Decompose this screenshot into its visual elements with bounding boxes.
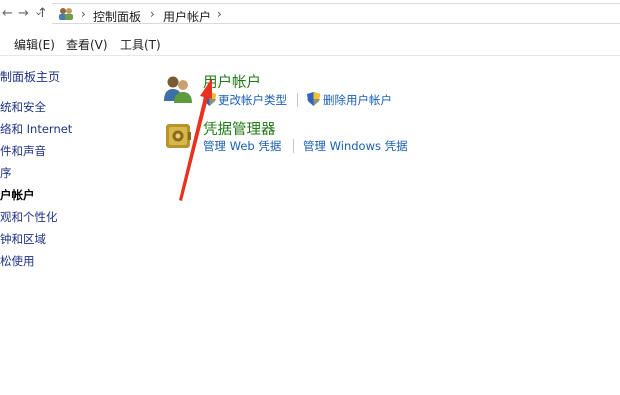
sidebar-item-ease-of-access[interactable]: 松使用 — [0, 253, 35, 269]
sidebar-item-clock-region[interactable]: 钟和区域 — [0, 231, 46, 247]
address-field[interactable]: › 控制面板 › 用户帐户 › — [52, 3, 620, 24]
link-divider — [297, 93, 298, 107]
address-bar-row: ← → ⌄ ↑ › 控制面板 › 用户帐户 › — [0, 0, 620, 28]
user-accounts-heading[interactable]: 用户帐户 — [203, 71, 261, 92]
uac-shield-icon — [307, 92, 320, 106]
up-arrow-icon[interactable]: ↑ — [37, 6, 48, 21]
sidebar-item-system-security[interactable]: 统和安全 — [0, 99, 46, 115]
user-accounts-icon — [162, 73, 194, 105]
user-accounts-location-icon — [57, 6, 75, 21]
sidebar-item-network-internet[interactable]: 络和 Internet — [0, 121, 72, 137]
red-arrow-icon — [0, 0, 620, 395]
change-account-type-link[interactable]: 更改帐户类型 — [218, 92, 287, 108]
sidebar-item-appearance[interactable]: 观和个性化 — [0, 209, 58, 225]
manage-windows-credentials-link[interactable]: 管理 Windows 凭据 — [303, 138, 408, 154]
breadcrumb-separator[interactable]: › — [150, 7, 155, 21]
credential-vault-icon — [164, 122, 192, 150]
sidebar-item-user-accounts[interactable]: 户帐户 — [0, 187, 35, 203]
remove-user-accounts-link[interactable]: 删除用户帐户 — [323, 92, 392, 108]
sidebar-control-panel-home[interactable]: 制面板主页 — [0, 68, 60, 85]
breadcrumb-user-accounts[interactable]: 用户帐户 — [163, 8, 211, 25]
menu-edit[interactable]: 编辑(E) — [14, 36, 55, 53]
breadcrumb-separator[interactable]: › — [217, 7, 222, 21]
menu-tools[interactable]: 工具(T) — [120, 36, 161, 53]
manage-web-credentials-link[interactable]: 管理 Web 凭据 — [203, 138, 281, 154]
breadcrumb-separator[interactable]: › — [81, 7, 86, 21]
breadcrumb-control-panel[interactable]: 控制面板 — [93, 8, 141, 25]
menu-bar: 编辑(E) 查看(V) 工具(T) — [0, 28, 620, 56]
menu-view[interactable]: 查看(V) — [66, 36, 108, 53]
link-divider — [293, 139, 294, 153]
credential-manager-heading[interactable]: 凭据管理器 — [203, 118, 276, 139]
forward-arrow-icon[interactable]: → — [18, 6, 29, 21]
uac-shield-icon — [203, 92, 216, 106]
back-arrow-icon[interactable]: ← — [2, 6, 13, 21]
sidebar-item-programs[interactable]: 序 — [0, 165, 12, 181]
sidebar-item-hardware-sound[interactable]: 件和声音 — [0, 143, 46, 159]
